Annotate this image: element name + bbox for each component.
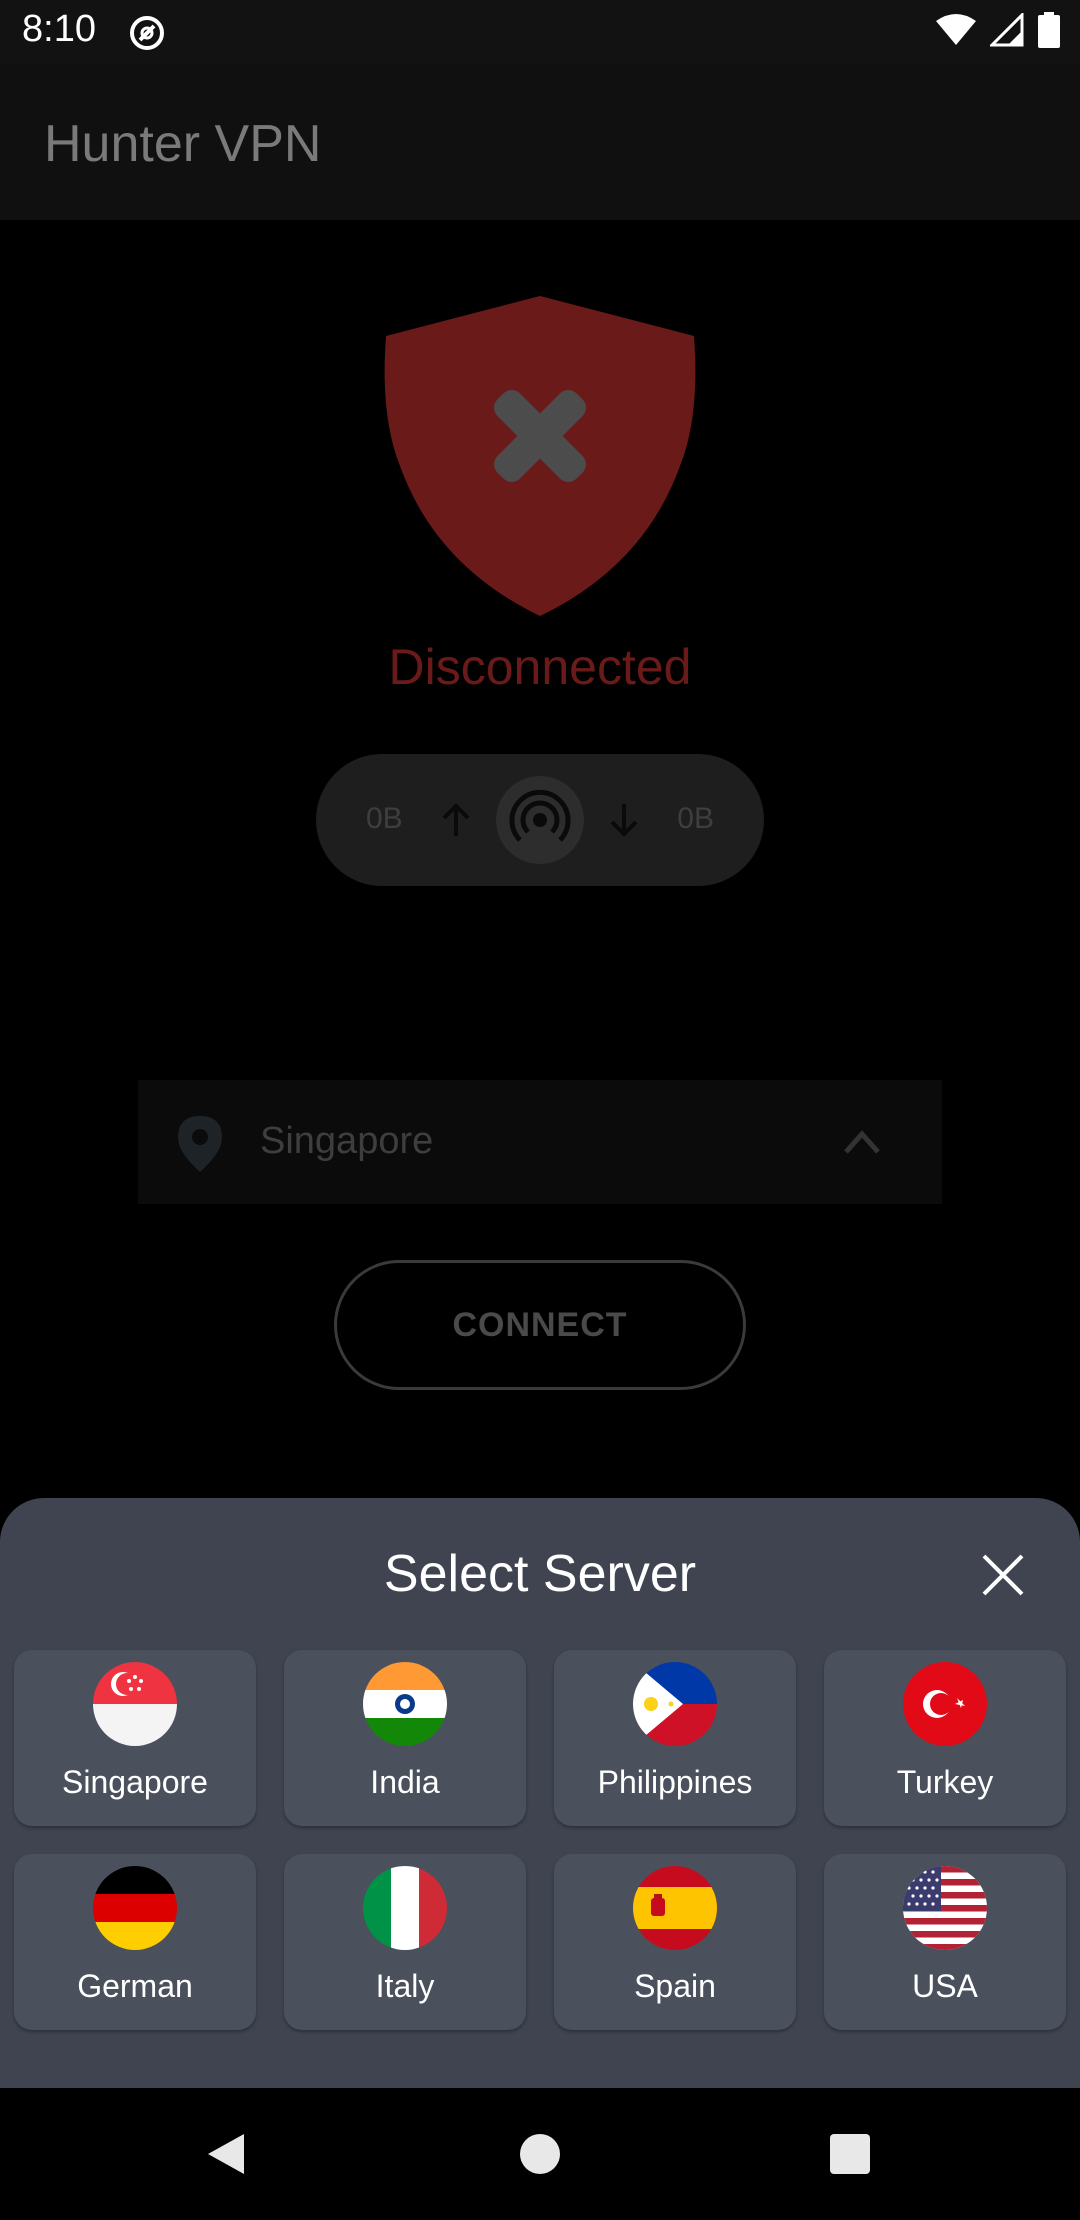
spain-flag-icon [633, 1866, 717, 1950]
server-dropdown[interactable]: Singapore [138, 1080, 942, 1204]
server-card-german[interactable]: German [14, 1854, 256, 2030]
server-grid: Singapore India Philippines Turkey Germa… [14, 1650, 1066, 2030]
vpn-status-icon [130, 16, 164, 50]
server-card-spain[interactable]: Spain [554, 1854, 796, 2030]
signal-button[interactable] [496, 776, 584, 864]
usa-flag-icon [903, 1866, 987, 1950]
india-flag-icon [363, 1662, 447, 1746]
server-card-usa[interactable]: USA [824, 1854, 1066, 2030]
server-label: Italy [375, 1968, 435, 2004]
recents-icon[interactable] [830, 2134, 870, 2174]
server-card-italy[interactable]: Italy [284, 1854, 526, 2030]
close-icon[interactable] [978, 1550, 1028, 1600]
italy-flag-icon [363, 1866, 447, 1950]
upload-amount: 0B [366, 802, 403, 835]
signal-icon [509, 789, 571, 842]
selected-server: Singapore [260, 1120, 434, 1162]
germany-flag-icon [93, 1866, 177, 1950]
system-nav-bar [0, 2088, 1080, 2220]
server-card-singapore[interactable]: Singapore [14, 1650, 256, 1826]
singapore-flag-icon [93, 1662, 177, 1746]
server-label: India [370, 1764, 440, 1800]
location-pin-icon [178, 1116, 222, 1172]
server-card-india[interactable]: India [284, 1650, 526, 1826]
philippines-flag-icon [633, 1662, 717, 1746]
server-label: Singapore [62, 1764, 208, 1800]
arrow-up-icon [442, 803, 470, 836]
cell-signal-icon [990, 13, 1024, 47]
sheet-title: Select Server [383, 1545, 697, 1603]
app-title: Hunter VPN [44, 115, 322, 173]
traffic-stats: 0B 0B [316, 754, 764, 886]
chevron-up-icon [844, 1130, 880, 1154]
connect-button[interactable]: CONNECT [334, 1260, 746, 1390]
server-card-turkey[interactable]: Turkey [824, 1650, 1066, 1826]
server-label: Turkey [896, 1764, 994, 1800]
connection-status: Disconnected [388, 639, 692, 695]
server-label: Spain [634, 1968, 716, 2004]
select-server-sheet: Select Server Singapore India Philippine… [0, 1498, 1080, 2088]
server-label: Philippines [597, 1764, 753, 1800]
disconnected-shield-icon [384, 296, 696, 616]
status-bar: 8:10 [0, 0, 1080, 64]
home-icon[interactable] [520, 2134, 560, 2174]
screen: 8:10 Hunter VPN Disconnected 0B 0B Singa… [0, 0, 1080, 2220]
arrow-down-icon [610, 804, 638, 837]
battery-icon [1038, 12, 1060, 48]
server-label: German [77, 1968, 193, 2004]
back-icon[interactable] [206, 2132, 246, 2176]
turkey-flag-icon [903, 1662, 987, 1746]
server-label: USA [912, 1968, 978, 2004]
app-bar: Hunter VPN [0, 64, 1080, 220]
wifi-icon [936, 14, 976, 45]
download-amount: 0B [677, 802, 714, 835]
server-card-philippines[interactable]: Philippines [554, 1650, 796, 1826]
status-time: 8:10 [22, 8, 96, 50]
status-icons [936, 12, 1060, 48]
